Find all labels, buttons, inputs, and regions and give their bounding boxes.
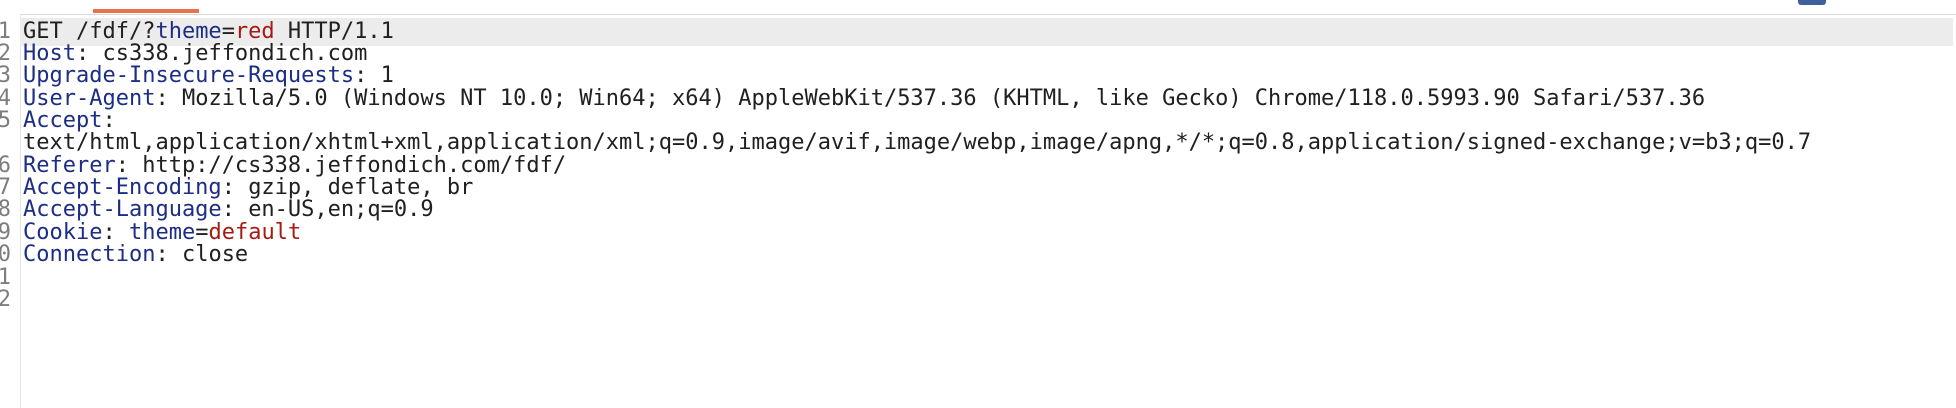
header-value: Mozilla/5.0 (Windows NT 10.0; Win64; x64…	[181, 86, 1706, 111]
toolbar-button[interactable]	[1798, 0, 1826, 5]
active-tab-indicator	[93, 9, 199, 13]
header-name: Connection	[23, 242, 156, 267]
header-value: close	[181, 242, 249, 267]
http-request-editor[interactable]: 1 2 3 4 5 6 7 8 9 0 1 2 GET /fdf/?theme=…	[0, 0, 1956, 408]
header-separator: :	[155, 242, 182, 267]
header-separator: :	[155, 86, 182, 111]
header-line[interactable]: User-Agent: Mozilla/5.0 (Windows NT 10.0…	[23, 85, 1705, 113]
line-number: 2	[0, 287, 11, 312]
editor-tab-bar	[0, 0, 1956, 15]
line-number-gutter: 1 2 3 4 5 6 7 8 9 0 1 2	[0, 14, 21, 408]
line-number: 5	[0, 108, 11, 133]
header-line[interactable]: Connection: close	[23, 241, 248, 269]
